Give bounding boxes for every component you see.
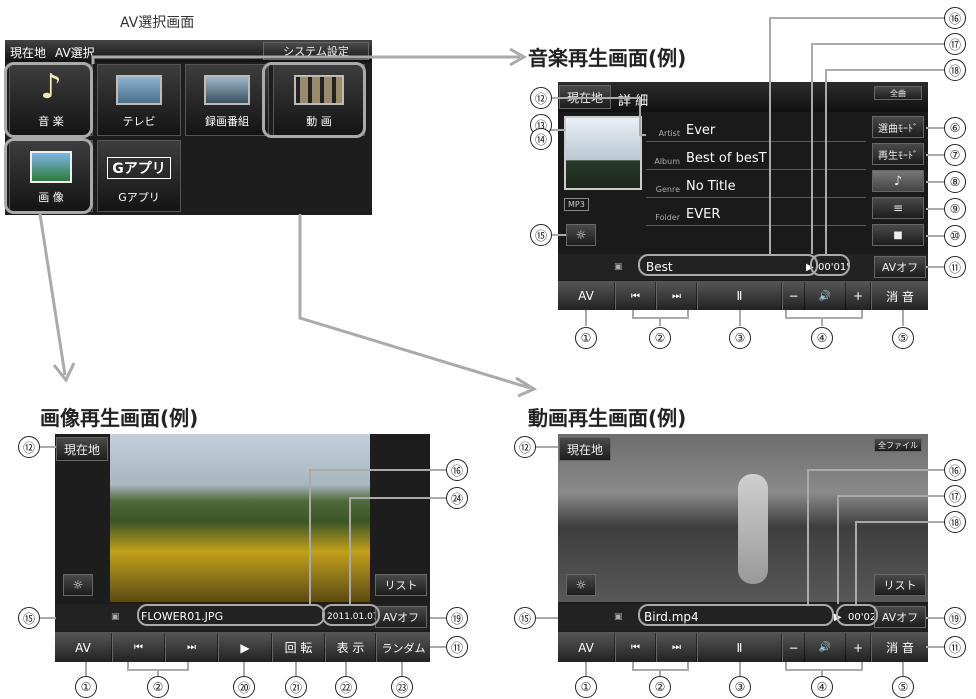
- callout-2: ②: [147, 676, 169, 698]
- callout-15: ⑮: [18, 607, 40, 629]
- callout-22: ㉒: [335, 676, 357, 698]
- callout-8: ⑧: [944, 171, 966, 193]
- callout-1: ①: [75, 676, 97, 698]
- callout-12: ⑫: [514, 436, 536, 458]
- callout-4: ④: [811, 676, 833, 698]
- callout-6: ⑥: [944, 117, 966, 139]
- callout-9: ⑨: [944, 198, 966, 220]
- callout-10: ⑩: [944, 225, 966, 247]
- callout-20: ⑳: [233, 676, 255, 698]
- callout-7: ⑦: [944, 144, 966, 166]
- callout-19: ⑲: [446, 607, 468, 629]
- callout-14: ⑭: [530, 128, 552, 150]
- callout-3: ③: [729, 327, 751, 349]
- callout-17: ⑰: [944, 33, 966, 55]
- callout-12: ⑫: [530, 87, 552, 109]
- callout-16: ⑯: [446, 459, 468, 481]
- callout-24: ㉔: [446, 487, 468, 509]
- callout-16: ⑯: [944, 459, 966, 481]
- callout-23: ㉓: [391, 676, 413, 698]
- callout-21: ㉑: [285, 676, 307, 698]
- callout-15: ⑮: [514, 607, 536, 629]
- callout-3: ③: [729, 676, 751, 698]
- callout-4: ④: [811, 327, 833, 349]
- callout-15: ⑮: [530, 224, 552, 246]
- callout-2: ②: [649, 327, 671, 349]
- callout-16: ⑯: [944, 7, 966, 29]
- callout-11: ⑪: [944, 636, 966, 658]
- callout-5: ⑤: [892, 676, 914, 698]
- callout-18: ⑱: [944, 59, 966, 81]
- callout-1: ①: [575, 676, 597, 698]
- callout-5: ⑤: [892, 327, 914, 349]
- callout-17: ⑰: [944, 485, 966, 507]
- callout-11: ⑪: [944, 256, 966, 278]
- callout-19: ⑲: [944, 607, 966, 629]
- callout-lines: [40, 17, 944, 676]
- callout-1: ①: [575, 327, 597, 349]
- callout-11: ⑪: [446, 636, 468, 658]
- callout-12: ⑫: [18, 436, 40, 458]
- callout-18: ⑱: [944, 511, 966, 533]
- callout-2: ②: [649, 676, 671, 698]
